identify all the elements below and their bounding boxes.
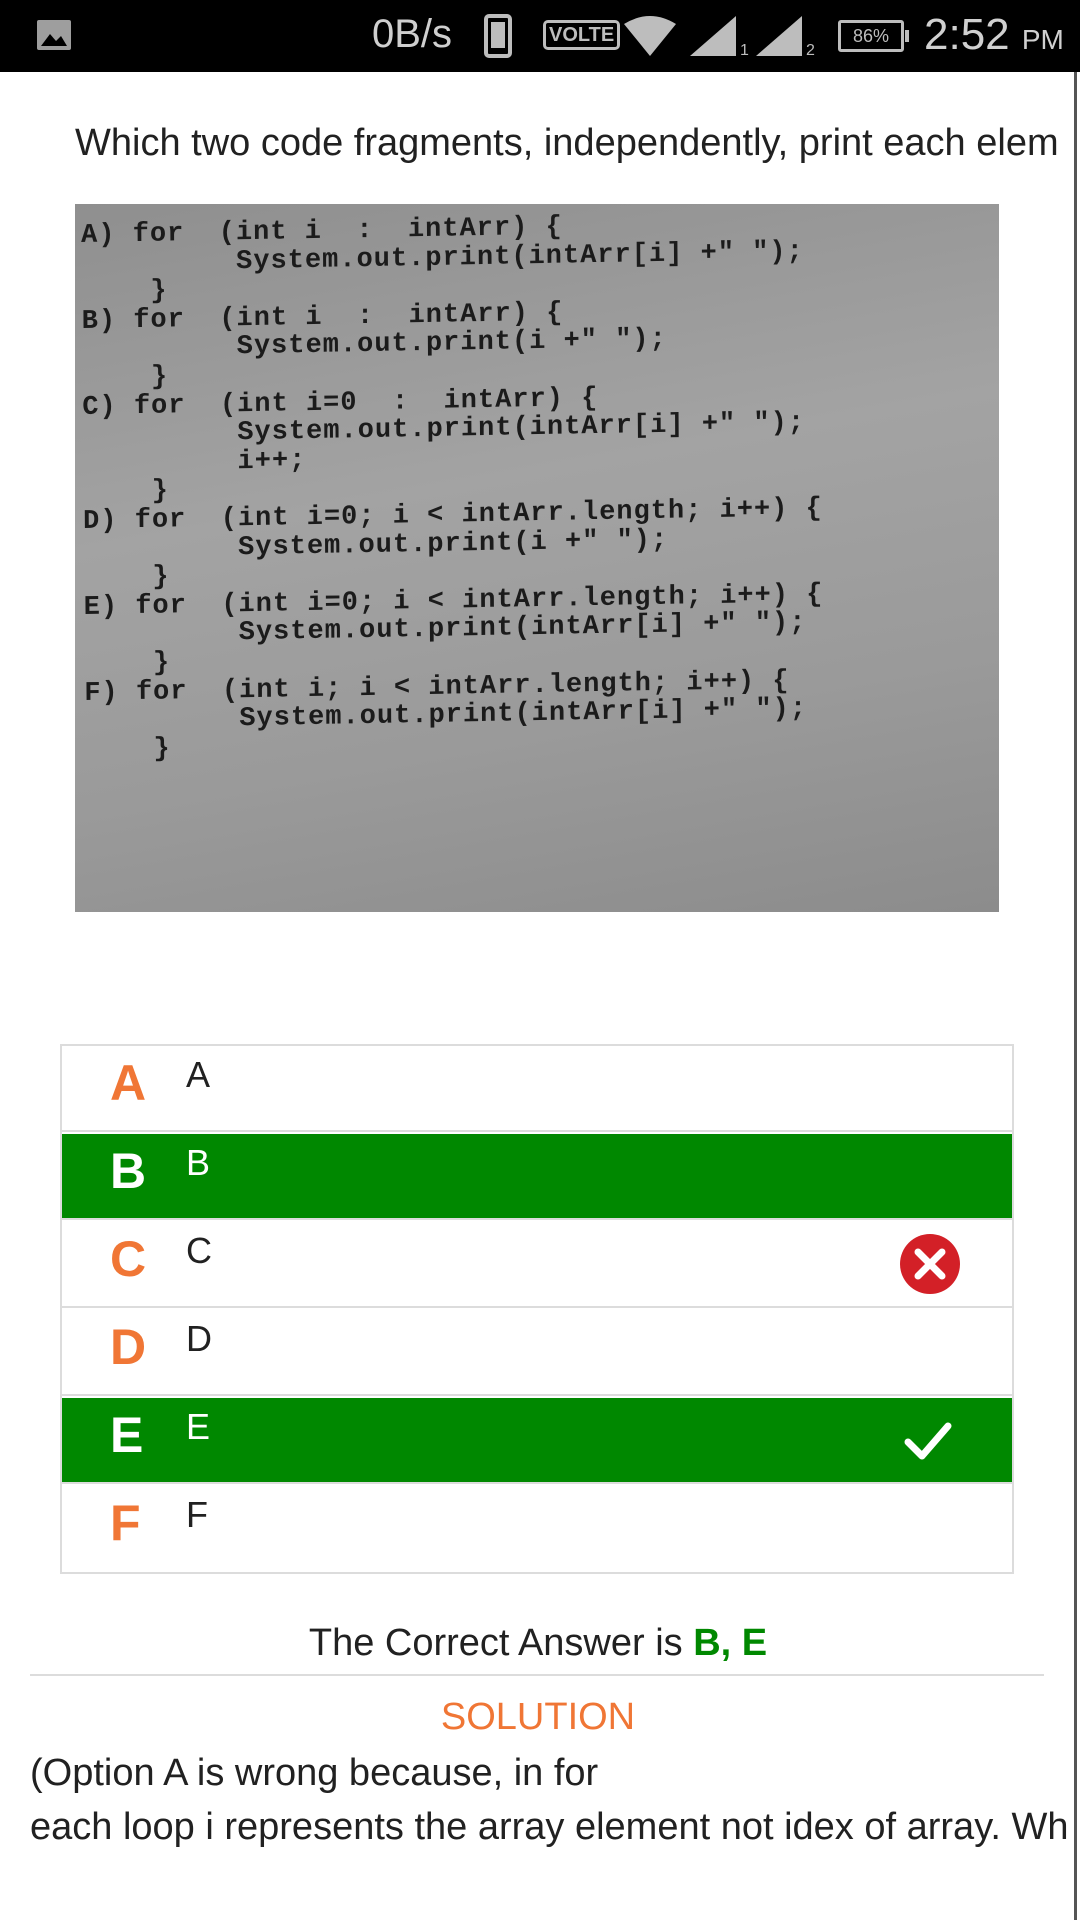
clock: 2:52 PM: [924, 10, 1064, 60]
option-b[interactable]: B B: [62, 1134, 1012, 1220]
correct-answer: The Correct Answer is B, E: [0, 1622, 1076, 1665]
volte-badge: VOLTE: [543, 20, 621, 50]
option-d[interactable]: D D: [62, 1310, 1012, 1396]
option-text: A: [186, 1054, 211, 1095]
sim1-label: 1: [740, 42, 749, 59]
wifi-icon: [622, 16, 678, 61]
status-bar: 0B/s VOLTE 1 2 86% 2:52 PM: [0, 0, 1080, 72]
signal-icon: [756, 16, 802, 61]
option-text: C: [186, 1230, 212, 1271]
option-text: F: [186, 1494, 208, 1535]
option-letter: A: [110, 1055, 147, 1111]
network-speed: 0B/s: [372, 12, 453, 56]
option-a[interactable]: A A: [62, 1046, 1012, 1132]
option-letter: D: [110, 1319, 147, 1375]
clock-time: 2:52: [924, 10, 1010, 59]
solution-title: SOLUTION: [440, 1696, 636, 1738]
option-letter: F: [110, 1495, 141, 1551]
option-c[interactable]: C C: [62, 1222, 1012, 1308]
answer-prefix: The Correct Answer is: [308, 1622, 694, 1664]
code-image-text: A) for (int i : intArr) { System.out.pri…: [80, 212, 824, 766]
check-icon: [900, 1412, 956, 1473]
question-text: Which two code fragments, independently,…: [75, 122, 1059, 164]
signal-icon: [690, 16, 736, 61]
option-text: B: [186, 1142, 211, 1183]
options-list: A A B B C C D D E E F F: [60, 1044, 1014, 1574]
sim2-label: 2: [806, 42, 815, 59]
solution-text-line2: each loop i represents the array element…: [30, 1806, 1069, 1848]
phone-icon: [484, 14, 512, 63]
option-letter: E: [110, 1407, 144, 1463]
option-text: D: [186, 1318, 212, 1359]
option-e[interactable]: E E: [62, 1398, 1012, 1484]
battery-icon: 86%: [838, 20, 909, 52]
divider: [30, 1674, 1044, 1676]
answer-value: B, E: [693, 1622, 768, 1664]
clock-ampm: PM: [1021, 24, 1064, 55]
wrong-icon: [898, 1232, 962, 1301]
code-image: A) for (int i : intArr) { System.out.pri…: [75, 204, 999, 912]
option-f[interactable]: F F: [62, 1486, 1012, 1572]
solution-text-line1: (Option A is wrong because, in for: [30, 1752, 599, 1794]
option-letter: C: [110, 1231, 147, 1287]
gallery-icon: [36, 19, 72, 56]
option-letter: B: [110, 1143, 147, 1199]
option-text: E: [186, 1406, 211, 1447]
